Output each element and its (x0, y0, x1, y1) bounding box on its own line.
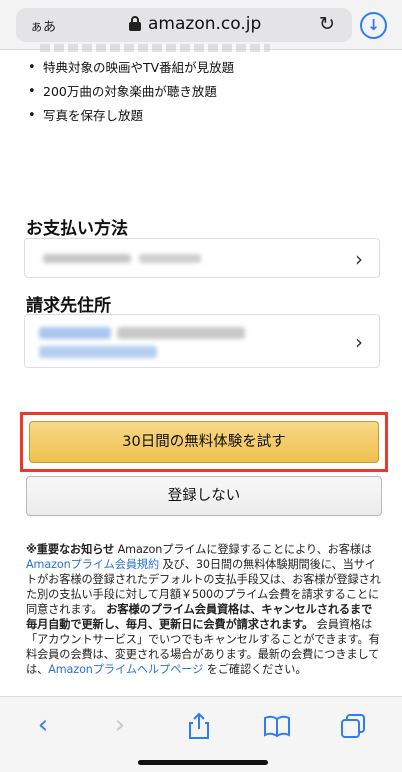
benefit-item: 200万曲の対象楽曲が聴き放題 (28, 80, 234, 104)
benefit-item: 写真を保存し放題 (28, 104, 234, 128)
start-free-trial-button[interactable]: 30日間の無料体験を試す (29, 421, 379, 463)
billing-address-heading: 請求先住所 (26, 296, 111, 316)
share-icon[interactable] (184, 711, 214, 741)
address-line-redacted (117, 327, 245, 339)
lock-icon (129, 16, 141, 31)
notice-text: Amazonプライムに登録することにより、お客様は (114, 543, 373, 556)
payment-method-selector[interactable]: › (24, 238, 380, 278)
home-indicator (138, 760, 268, 765)
address-line2-redacted (39, 346, 157, 358)
download-icon[interactable]: ↓ (360, 12, 387, 39)
prime-help-link[interactable]: Amazonプライムヘルプページ (48, 663, 203, 676)
page-domain[interactable]: amazon.co.jp (148, 14, 261, 34)
browser-address-bar: ぁあ amazon.co.jp ↻ ↓ (0, 0, 402, 50)
benefit-item: 特典対象の映画やTV番組が見放題 (28, 56, 234, 80)
forward-icon: › (114, 710, 126, 740)
billing-address-selector[interactable]: › (24, 314, 380, 368)
card-number-redacted (139, 254, 201, 263)
prime-terms-link[interactable]: Amazonプライム会員規約 (26, 558, 159, 571)
notice-text: をご確認ください。 (203, 663, 307, 676)
back-icon[interactable]: ‹ (28, 711, 58, 741)
chevron-right-icon: › (355, 247, 363, 271)
notice-heading: ※重要なお知らせ (26, 543, 115, 556)
cut-off-text (40, 44, 270, 52)
bookmarks-icon[interactable] (262, 711, 292, 741)
decline-button[interactable]: 登録しない (26, 476, 382, 516)
address-name-redacted (39, 327, 111, 339)
benefits-list: 特典対象の映画やTV番組が見放題 200万曲の対象楽曲が聴き放題 写真を保存し放… (28, 56, 234, 128)
reader-aa-button[interactable]: ぁあ (30, 16, 56, 35)
payment-method-heading: お支払い方法 (26, 219, 128, 239)
important-notice: ※重要なお知らせ Amazonプライムに登録することにより、お客様は Amazo… (26, 542, 382, 677)
chevron-right-icon: › (355, 330, 363, 354)
card-name-redacted (43, 254, 131, 263)
reload-icon[interactable]: ↻ (319, 13, 335, 35)
tabs-icon[interactable] (338, 711, 368, 741)
trial-button-highlight: 30日間の無料体験を試す (20, 412, 388, 472)
